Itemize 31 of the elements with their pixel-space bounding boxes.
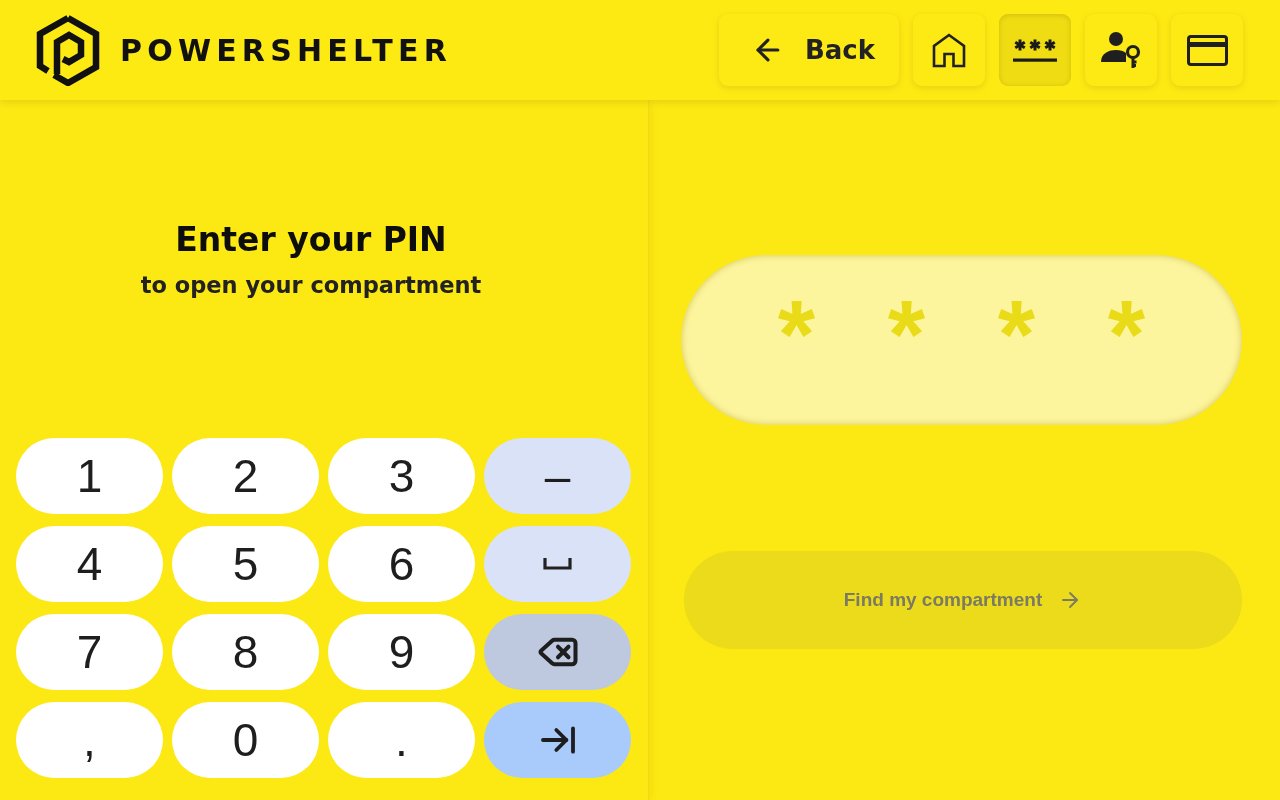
- back-button[interactable]: Back: [719, 14, 899, 86]
- keypad-key[interactable]: 3: [328, 438, 475, 514]
- dash-key[interactable]: –: [484, 438, 631, 514]
- space-icon: [543, 558, 572, 570]
- masked-digit: *: [996, 286, 1037, 382]
- keypad-key[interactable]: 6: [328, 526, 475, 602]
- masked-digit: *: [776, 286, 817, 382]
- keypad-key[interactable]: 0: [172, 702, 319, 778]
- keypad-key[interactable]: 8: [172, 614, 319, 690]
- brand-name: POWERSHELTER: [120, 32, 452, 68]
- home-icon: [932, 32, 966, 68]
- keypad-key[interactable]: .: [328, 702, 475, 778]
- home-button[interactable]: [913, 14, 985, 86]
- prompt-subtitle: to open your compartment: [140, 271, 482, 300]
- user-key-button[interactable]: [1085, 14, 1157, 86]
- logo-icon: [36, 14, 100, 86]
- prompt-title: Enter your PIN: [175, 220, 447, 260]
- keypad-key[interactable]: 4: [16, 526, 163, 602]
- card-button[interactable]: [1171, 14, 1243, 86]
- masked-digit: *: [886, 286, 927, 382]
- keypad-key[interactable]: 1: [16, 438, 163, 514]
- user-key-icon: [1101, 31, 1141, 69]
- masked-digit: *: [1106, 286, 1147, 382]
- keypad-key[interactable]: 2: [172, 438, 319, 514]
- keypad-key[interactable]: 7: [16, 614, 163, 690]
- keypad-key[interactable]: ,: [16, 702, 163, 778]
- pin-entry-button[interactable]: [999, 14, 1071, 86]
- keypad-key[interactable]: 5: [172, 526, 319, 602]
- credit-card-icon: [1186, 34, 1228, 66]
- password-icon: [1013, 37, 1057, 63]
- keypad-key[interactable]: 9: [328, 614, 475, 690]
